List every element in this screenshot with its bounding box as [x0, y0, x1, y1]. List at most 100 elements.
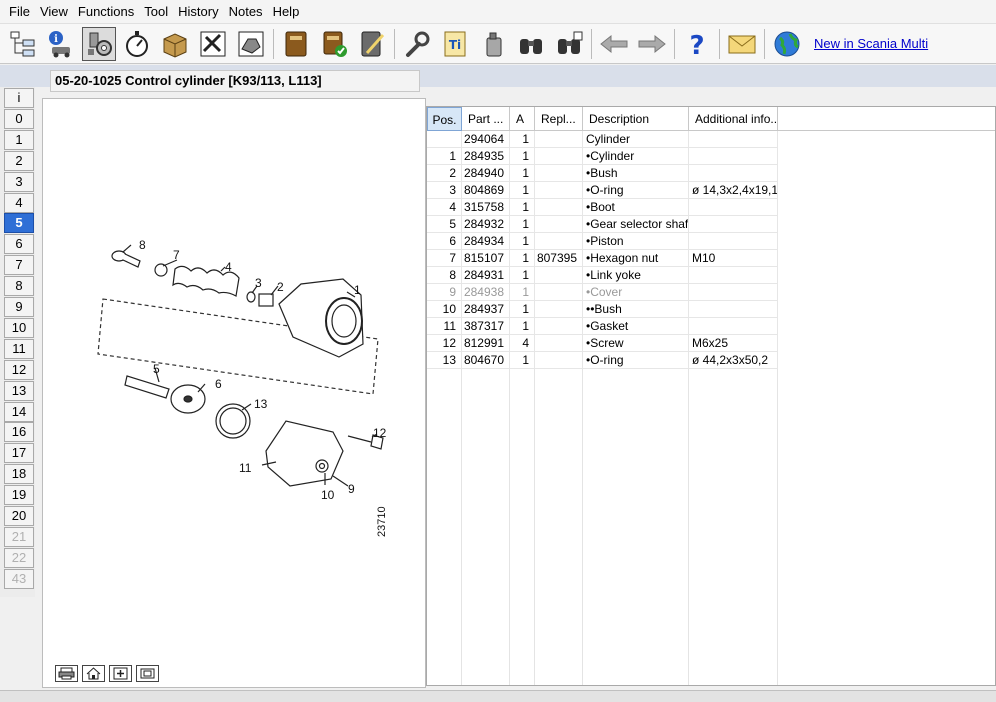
column-header-description[interactable]: Description	[583, 107, 689, 131]
index-tab[interactable]: 4	[4, 192, 34, 213]
menu-tool[interactable]: Tool	[139, 1, 173, 23]
index-tab[interactable]: 10	[4, 317, 34, 338]
mail-envelope-icon[interactable]	[725, 27, 759, 61]
table-row[interactable]: 7 815107 1 807395 •Hexagon nut M10	[427, 250, 778, 267]
table-row[interactable]: 6 284934 1 •Piston	[427, 233, 778, 250]
callout-label: 10	[321, 488, 335, 502]
index-tab[interactable]: i	[4, 88, 34, 108]
column-header-quantity[interactable]: A	[510, 107, 535, 131]
svg-text:i: i	[54, 34, 58, 45]
table-row[interactable]: 12 812991 4 •Screw M6x25	[427, 335, 778, 352]
menu-file[interactable]: File	[4, 1, 35, 23]
notes-pencil-icon[interactable]	[355, 27, 389, 61]
table-row[interactable]: 10 284937 1 ••Bush	[427, 301, 778, 318]
index-tab[interactable]: 1	[4, 129, 34, 150]
quantity-cell: 1	[510, 216, 535, 233]
additional-info-cell: ø 14,3x2,4x19,1	[689, 182, 778, 199]
index-tab[interactable]: 12	[4, 359, 34, 380]
vehicle-info-icon[interactable]: i	[44, 27, 78, 61]
new-in-scania-multi-link[interactable]: New in Scania Multi	[814, 36, 928, 51]
oil-bottle-icon[interactable]	[476, 27, 510, 61]
index-tab[interactable]: 11	[4, 338, 34, 359]
index-tab[interactable]: 6	[4, 234, 34, 255]
table-row[interactable]: 8 284931 1 •Link yoke	[427, 267, 778, 284]
index-tab[interactable]: 7	[4, 255, 34, 276]
back-arrow-icon[interactable]	[597, 27, 631, 61]
binoculars-icon[interactable]	[514, 27, 548, 61]
additional-info-cell	[689, 301, 778, 318]
replacement-cell	[535, 284, 583, 301]
part-number-cell: 284935	[462, 148, 510, 165]
index-tab[interactable]: 13	[4, 380, 34, 401]
print-icon[interactable]	[55, 665, 78, 682]
description-cell: •Bush	[583, 165, 689, 182]
table-row[interactable]: 2 284940 1 •Bush	[427, 165, 778, 182]
callout-label: 9	[348, 482, 355, 496]
index-tab[interactable]: 5	[4, 213, 34, 234]
svg-text:?: ?	[689, 31, 704, 59]
table-row[interactable]: 11 387317 1 •Gasket	[427, 318, 778, 335]
additional-info-cell	[689, 165, 778, 182]
replacement-cell	[535, 318, 583, 335]
menu-notes[interactable]: Notes	[224, 1, 268, 23]
menu-view[interactable]: View	[35, 1, 73, 23]
index-tab[interactable]: 19	[4, 485, 34, 506]
part-number-cell: 284934	[462, 233, 510, 250]
manual-book-icon[interactable]	[279, 27, 313, 61]
table-row[interactable]: 4 315758 1 •Boot	[427, 199, 778, 216]
index-tab[interactable]: 9	[4, 297, 34, 317]
description-cell: •O-ring	[583, 352, 689, 369]
description-cell: •Cylinder	[583, 148, 689, 165]
pos-cell: 2	[427, 165, 462, 182]
book-check-icon[interactable]	[317, 27, 351, 61]
table-row[interactable]: 1 284935 1 •Cylinder	[427, 148, 778, 165]
column-header-pos[interactable]: Pos.	[427, 107, 462, 131]
package-icon[interactable]	[158, 27, 192, 61]
menu-help[interactable]: Help	[268, 1, 305, 23]
engine-parts-icon[interactable]	[82, 26, 116, 61]
index-tab[interactable]: 17	[4, 443, 34, 464]
index-tab[interactable]: 20	[4, 506, 34, 526]
index-tab[interactable]: 14	[4, 401, 34, 422]
index-tab[interactable]: 8	[4, 276, 34, 297]
table-row[interactable]: 5 284932 1 •Gear selector shaft	[427, 216, 778, 233]
index-tab[interactable]: 22	[4, 547, 34, 568]
stopwatch-icon[interactable]	[120, 27, 154, 61]
column-header-additional-info[interactable]: Additional info...	[689, 107, 778, 131]
menu-history[interactable]: History	[173, 1, 223, 23]
table-row[interactable]: 294064 1 Cylinder	[427, 131, 778, 148]
table-row[interactable]: 3 804869 1 •O-ring ø 14,3x2,4x19,1	[427, 182, 778, 199]
description-cell: ••Bush	[583, 301, 689, 318]
replacement-cell	[535, 165, 583, 182]
structure-tree-icon[interactable]	[6, 27, 40, 61]
technical-information-icon[interactable]: Ti	[438, 27, 472, 61]
index-tab[interactable]: 21	[4, 526, 34, 547]
quantity-cell: 1	[510, 182, 535, 199]
index-tab[interactable]: 2	[4, 150, 34, 171]
wrench-icon[interactable]	[400, 27, 434, 61]
help-question-icon[interactable]: ?	[680, 27, 714, 61]
index-tab[interactable]: 16	[4, 422, 34, 443]
column-header-part-number[interactable]: Part ...	[462, 107, 510, 131]
binoculars-search-icon[interactable]	[552, 27, 586, 61]
table-row[interactable]: 9 284938 1 •Cover	[427, 284, 778, 301]
home-icon[interactable]	[82, 665, 105, 682]
replacement-cell	[535, 301, 583, 318]
zoom-in-icon[interactable]	[109, 665, 132, 682]
column-header-filler	[778, 107, 995, 131]
forward-arrow-icon[interactable]	[635, 27, 669, 61]
index-tab[interactable]: 18	[4, 464, 34, 485]
index-tab[interactable]: 43	[4, 568, 34, 589]
menu-functions[interactable]: Functions	[73, 1, 139, 23]
engine-drawing-icon[interactable]	[234, 27, 268, 61]
callout-label: 2	[277, 280, 284, 294]
replacement-cell: 807395	[535, 250, 583, 267]
workshop-tools-icon[interactable]	[196, 27, 230, 61]
table-row[interactable]: 13 804670 1 •O-ring ø 44,2x3x50,2	[427, 352, 778, 369]
description-cell: •Piston	[583, 233, 689, 250]
fit-view-icon[interactable]	[136, 665, 159, 682]
globe-icon[interactable]	[770, 27, 804, 61]
column-header-replacement[interactable]: Repl...	[535, 107, 583, 131]
index-tab[interactable]: 3	[4, 171, 34, 192]
index-tab[interactable]: 0	[4, 108, 34, 129]
